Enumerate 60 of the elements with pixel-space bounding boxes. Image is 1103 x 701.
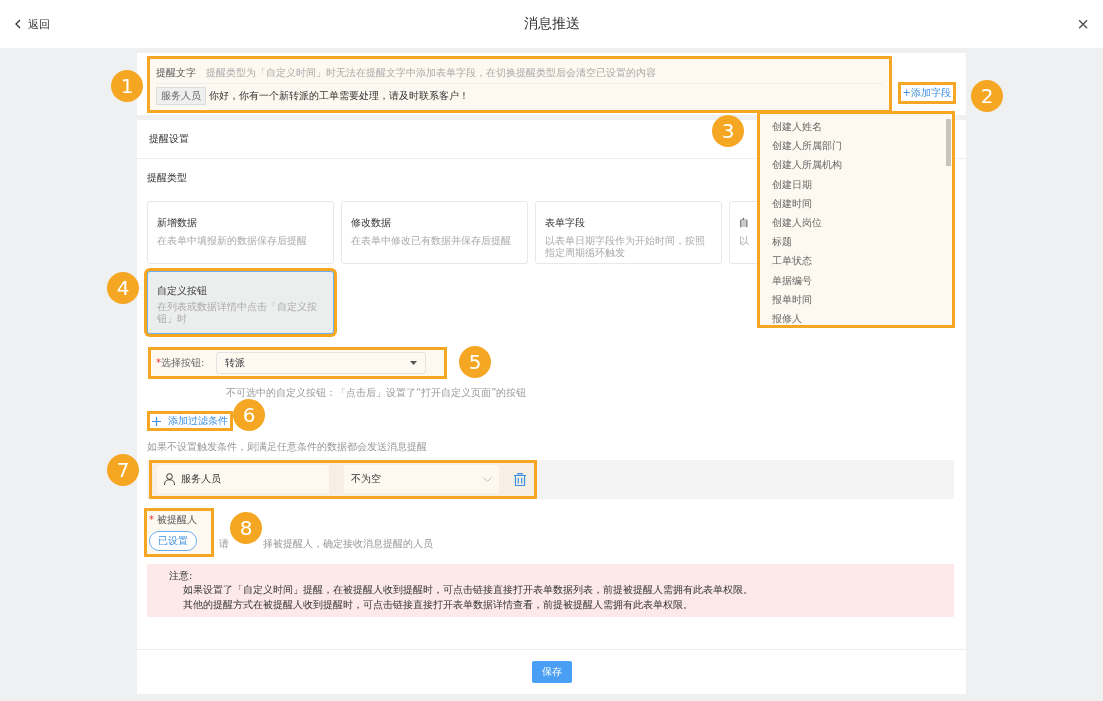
annotation-badge: 3 [712,115,744,147]
caret-icon [410,361,418,365]
field-input[interactable]: 服务人员 [157,465,329,493]
back-icon [14,19,22,29]
field-label: 提醒文字 [156,65,196,80]
scrollbar-thumb[interactable] [946,119,951,166]
menu-item[interactable]: 创建时间 [772,193,945,213]
menu-item[interactable]: 工单状态 [772,251,945,271]
plus-icon [152,416,161,426]
notice-title: 注意: [169,568,193,583]
delete-icon[interactable] [514,472,526,486]
notice-text: 如果设置了「自定义时间」提醒，在被提醒人收到提醒时，可点击链接直接打开表单数据列表，前提被提醒人需拥有此表单权限。 [183,583,753,597]
type-description: 在表单中填报新的数据保存后提醒 [157,235,307,247]
menu-item[interactable]: 创建人岗位 [772,212,945,233]
menu-item[interactable]: 创建日期 [772,174,945,194]
field-label: 提醒类型 [147,171,187,185]
notice-text: 其他的提醒方式在被提醒人收到提醒时，可点击链接直接打开表单数据详情查看，前提被提醒人需拥有此表单权限。 [183,597,693,612]
type-title: 修改数据 [351,216,391,230]
section-title: 提醒设置 [149,132,189,146]
type-title: 自定义按钮 [157,284,207,298]
add-field-link[interactable]: +添加字段 [900,85,953,101]
menu-item[interactable]: 标题 [772,232,945,252]
type-card[interactable]: 新增数据 在表单中填报新的数据保存后提醒 [147,201,334,264]
hint-text: 如果不设置触发条件，则满足任意条件的数据都会发送消息提醒 [147,439,427,454]
annotation-badge: 2 [971,80,1003,112]
page-title: 消息推送 [523,15,580,33]
menu-item[interactable]: 创建人姓名 [772,117,945,137]
annotation-badge: 7 [107,454,139,486]
button-select[interactable]: 转派 [216,352,427,374]
annotation-badge: 4 [107,272,139,304]
type-title: 自 [739,216,749,230]
type-title: 表单字段 [545,216,585,230]
menu-item[interactable]: 报单时间 [772,289,945,309]
type-description: 在表单中修改已有数据并保存后提醒 [351,235,511,247]
type-card[interactable]: 表单字段 以表单日期字段作为开始时间，按照指定周期循环触发 [535,201,722,264]
hint-text: 择被提醒人，确定接收消息提醒的人员 [263,537,433,551]
back-link[interactable]: 返回 [14,16,74,32]
hint-text: 提醒类型为「自定义时间」时无法在提醒文字中添加表单字段，在切换提醒类型后会清空已设置的内容 [206,65,656,80]
hint-text: 请 [219,537,229,551]
message-text: 你好，你有一个新转派的工单需要处理，请及时联系客户！ [209,88,469,103]
field-label: *选择按钮: [156,356,205,370]
close-button[interactable]: × [1029,12,1089,36]
annotation-badge: 1 [111,70,143,102]
menu-item[interactable]: 单据编号 [772,270,945,290]
menu-item[interactable]: 报修人 [772,308,945,329]
menu-item[interactable]: 创建人所属机构 [772,155,945,175]
recipient-button[interactable]: 已设置 [149,530,197,551]
condition-select[interactable]: 不为空 [344,465,499,493]
chevron-down-icon [483,476,492,482]
field-label: * 被提醒人 [149,512,198,527]
field-tag: 服务人员 [156,86,206,105]
type-title: 新增数据 [157,216,197,230]
hint-text: 不可选中的自定义按钮：「点击后」设置了“打开自定义页面”的按钮 [226,386,527,400]
message-input[interactable]: 服务人员 你好，你有一个新转派的工单需要处理，请及时联系客户！ [156,82,883,108]
type-card[interactable]: 修改数据 在表单中修改已有数据并保存后提醒 [341,201,528,264]
add-filter-link[interactable]: 添加过滤条件 [150,414,230,428]
person-icon [164,473,175,485]
type-description: 以表单日期字段作为开始时间，按照指定周期循环触发 [545,235,706,259]
type-description: 以 [739,235,749,247]
menu-item[interactable]: 创建人所属部门 [772,136,945,156]
